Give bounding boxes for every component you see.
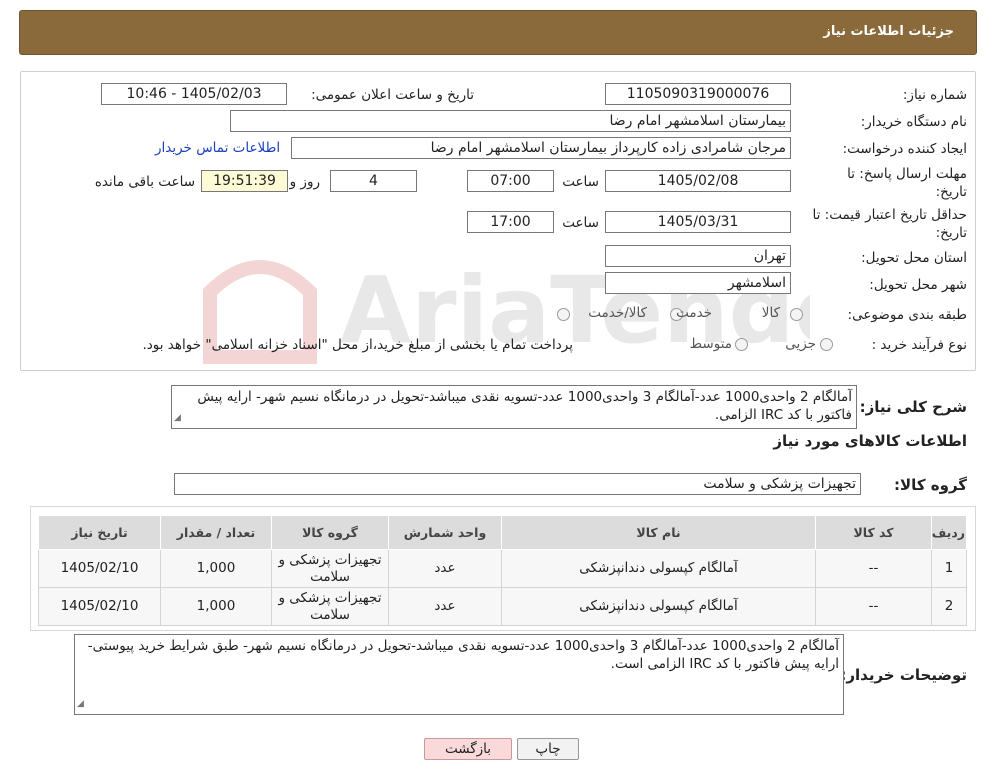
col-header-name: نام کالا <box>501 515 816 550</box>
days-label: روز و <box>289 174 320 190</box>
cell-date: 1405/02/10 <box>38 587 161 626</box>
cell-code: -- <box>815 549 932 588</box>
cell-name: آمالگام کپسولی دندانپزشکی <box>501 549 816 588</box>
table-header-row: ردیف کد کالا نام کالا واحد شمارش گروه کا… <box>38 515 967 550</box>
category-radio-goods-service[interactable] <box>557 308 570 321</box>
cell-group: تجهیزات پزشکی و سلامت <box>271 549 389 588</box>
deadline-time-label: ساعت <box>562 174 599 190</box>
table-row: 2 -- آمالگام کپسولی دندانپزشکی عدد تجهیز… <box>38 587 967 626</box>
deadline-date-field: 1405/02/08 <box>605 170 791 192</box>
goods-section-title: اطلاعات کالاهای مورد نیاز <box>773 432 967 450</box>
goods-group-field: تجهیزات پزشکی و سلامت <box>174 473 861 495</box>
summary-label: شرح کلی نیاز: <box>859 398 967 416</box>
category-label-service: خدمت <box>676 305 712 321</box>
cell-row-number: 1 <box>931 549 967 588</box>
buyer-org-field: بیمارستان اسلامشهر امام رضا <box>230 110 791 132</box>
category-label-goods: کالا <box>761 305 780 321</box>
announce-field: 1405/02/03 - 10:46 <box>101 83 287 105</box>
deadline-label: مهلت ارسال پاسخ: تا تاریخ: <box>847 166 967 200</box>
resize-grip-icon[interactable]: ◢ <box>77 695 84 713</box>
purchase-type-label: نوع فرآیند خرید : <box>871 337 967 353</box>
cell-date: 1405/02/10 <box>38 549 161 588</box>
cell-row-number: 2 <box>931 587 967 626</box>
remaining-time-field: 19:51:39 <box>201 170 288 192</box>
buyer-notes-textarea[interactable]: آمالگام 2 واحدی1000 عدد-آمالگام 3 واحدی1… <box>74 634 844 715</box>
print-button[interactable]: چاپ <box>517 738 579 760</box>
cell-quantity: 1,000 <box>160 549 272 588</box>
purchase-radio-partial[interactable] <box>820 338 833 351</box>
buyer-notes-text: آمالگام 2 واحدی1000 عدد-آمالگام 3 واحدی1… <box>87 638 839 672</box>
deadline-time-field: 07:00 <box>467 170 554 192</box>
cell-code: -- <box>815 587 932 626</box>
resize-grip-icon[interactable]: ◢ <box>174 409 181 427</box>
category-radio-goods[interactable] <box>790 308 803 321</box>
city-label: شهر محل تحویل: <box>869 277 967 293</box>
table-row: 1 -- آمالگام کپسولی دندانپزشکی عدد تجهیز… <box>38 549 967 588</box>
creator-field: مرجان شامرادی زاده کارپرداز بیمارستان اس… <box>291 137 791 159</box>
need-number-field: 1105090319000076 <box>605 83 791 105</box>
summary-textarea[interactable]: آمالگام 2 واحدی1000 عدد-آمالگام 3 واحدی1… <box>171 385 857 429</box>
summary-text: آمالگام 2 واحدی1000 عدد-آمالگام 3 واحدی1… <box>197 389 852 423</box>
page-title: جزئیات اطلاعات نیاز <box>823 24 954 39</box>
col-header-unit: واحد شمارش <box>388 515 502 550</box>
col-header-quantity: تعداد / مقدار <box>160 515 272 550</box>
province-field: تهران <box>605 245 791 267</box>
category-label: طبقه بندی موضوعی: <box>847 307 967 323</box>
cell-unit: عدد <box>388 549 502 588</box>
creator-label: ایجاد کننده درخواست: <box>842 141 967 157</box>
need-number-label: شماره نیاز: <box>902 87 967 103</box>
cell-name: آمالگام کپسولی دندانپزشکی <box>501 587 816 626</box>
col-header-date: تاریخ نیاز <box>38 515 161 550</box>
announce-label: تاریخ و ساعت اعلان عمومی: <box>311 87 474 103</box>
goods-table: ردیف کد کالا نام کالا واحد شمارش گروه کا… <box>38 515 967 626</box>
purchase-note: پرداخت تمام یا بخشی از مبلغ خرید،از محل … <box>142 337 573 353</box>
validity-time-field: 17:00 <box>467 211 554 233</box>
city-field: اسلامشهر <box>605 272 791 294</box>
cell-unit: عدد <box>388 587 502 626</box>
cell-quantity: 1,000 <box>160 587 272 626</box>
col-header-group: گروه کالا <box>271 515 389 550</box>
goods-group-label: گروه کالا: <box>894 476 967 494</box>
validity-label: حداقل تاریخ اعتبار قیمت: تا تاریخ: <box>812 207 967 241</box>
purchase-label-medium: متوسط <box>689 336 732 352</box>
validity-date-field: 1405/03/31 <box>605 211 791 233</box>
validity-time-label: ساعت <box>562 215 599 231</box>
category-label-goods-service: کالا/خدمت <box>588 305 647 321</box>
buyer-notes-label: توضیحات خریدار: <box>840 666 967 684</box>
page-header: جزئیات اطلاعات نیاز <box>19 10 977 55</box>
remaining-label: ساعت باقی مانده <box>94 174 195 190</box>
purchase-label-partial: جزیی <box>785 336 816 352</box>
province-label: استان محل تحویل: <box>861 250 967 266</box>
col-header-row-number: ردیف <box>931 515 967 550</box>
buyer-contact-link[interactable]: اطلاعات تماس خریدار <box>155 140 280 156</box>
days-field: 4 <box>330 170 417 192</box>
back-button[interactable]: بازگشت <box>424 738 512 760</box>
cell-group: تجهیزات پزشکی و سلامت <box>271 587 389 626</box>
purchase-radio-medium[interactable] <box>735 338 748 351</box>
col-header-code: کد کالا <box>815 515 932 550</box>
buyer-org-label: نام دستگاه خریدار: <box>860 114 967 130</box>
